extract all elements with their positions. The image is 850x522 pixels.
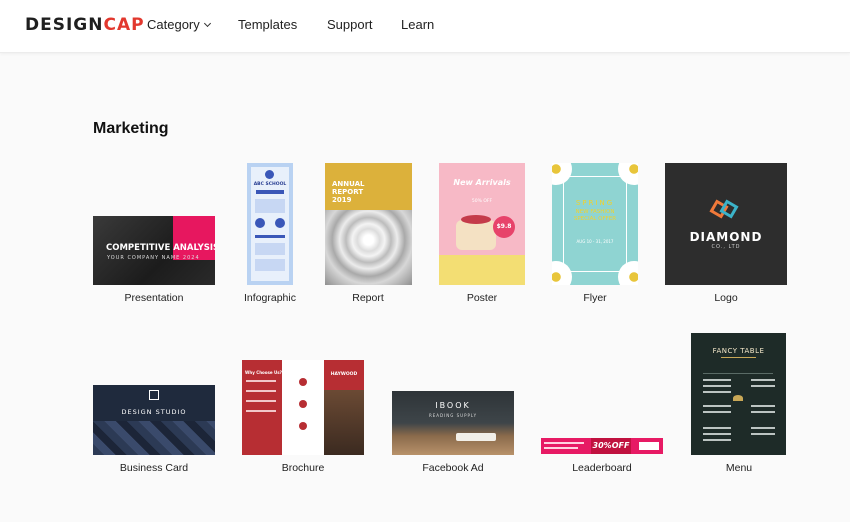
- library-photo: [324, 390, 364, 455]
- brochure-thumbnail: Why Choose Us? HAYWOOD: [242, 360, 364, 455]
- nav-category-label: Category: [147, 17, 200, 32]
- template-label: Leaderboard: [572, 462, 632, 474]
- template-card-menu[interactable]: FANCY TABLE Menu: [691, 333, 786, 475]
- thumb-title: ABC SCHOOL: [253, 182, 287, 187]
- presentation-thumbnail: COMPETITIVE ANALYSIS YOUR COMPANY NAME 2…: [93, 216, 215, 285]
- thumb-subtitle: READING SUPPLY: [428, 413, 478, 418]
- template-card-report[interactable]: ANNUAL REPORT 2019 Report: [325, 163, 412, 304]
- template-label: Facebook Ad: [422, 462, 484, 474]
- report-thumbnail: ANNUAL REPORT 2019: [325, 163, 412, 285]
- section-title: Marketing: [93, 120, 169, 137]
- cake-image: [456, 220, 496, 250]
- leaderboard-thumbnail: 30%OFF: [541, 438, 663, 454]
- logo-thumbnail: DIAMOND CO., LTD: [665, 163, 787, 285]
- thumb-title: DIAMOND: [689, 230, 763, 244]
- template-card-facebook-ad[interactable]: IBOOK READING SUPPLY Facebook Ad: [392, 391, 514, 475]
- template-card-brochure[interactable]: Why Choose Us? HAYWOOD Brochure: [242, 360, 364, 475]
- business-card-thumbnail: DESIGN STUDIO: [93, 385, 215, 455]
- thumb-title: FANCY TABLE: [712, 347, 765, 355]
- cube-icon: [149, 390, 159, 400]
- template-card-infographic[interactable]: ABC SCHOOL Infographic: [244, 163, 296, 304]
- template-card-flyer[interactable]: SPRING NEW FASHION SPECIAL OFFER AUG 10 …: [552, 163, 638, 304]
- thumb-title: SPRING: [575, 199, 615, 207]
- nav-category[interactable]: Category: [147, 17, 211, 32]
- logo-accent-text: CAP: [103, 15, 145, 35]
- infographic-thumbnail: ABC SCHOOL: [247, 163, 293, 285]
- thumb-subtitle: YOUR COMPANY NAME 2024: [107, 255, 200, 261]
- nav-templates[interactable]: Templates: [238, 17, 297, 32]
- nav-learn[interactable]: Learn: [401, 17, 434, 32]
- thumb-title: 30%OFF: [592, 441, 630, 450]
- thumb-date: AUG 10 - 31, 2017: [576, 239, 614, 244]
- template-card-leaderboard[interactable]: 30%OFF Leaderboard: [541, 438, 663, 475]
- thumb-title: IBOOK: [435, 401, 471, 410]
- menu-thumbnail: FANCY TABLE: [691, 333, 786, 455]
- template-label: Logo: [714, 292, 738, 304]
- facebook-ad-thumbnail: IBOOK READING SUPPLY: [392, 391, 514, 455]
- thumb-brand: HAYWOOD: [330, 372, 358, 377]
- thumb-title: ANNUAL REPORT 2019: [332, 180, 365, 204]
- template-card-business-card[interactable]: DESIGN STUDIO Business Card: [93, 385, 215, 475]
- building-photo: [325, 210, 412, 285]
- cloche-icon: [733, 395, 743, 401]
- thumb-title: DESIGN STUDIO: [121, 408, 187, 416]
- template-card-logo[interactable]: DIAMOND CO., LTD Logo: [665, 163, 787, 304]
- poster-thumbnail: New Arrivals 50% OFF $9.8: [439, 163, 525, 285]
- template-label: Flyer: [583, 292, 607, 304]
- thumb-title: COMPETITIVE ANALYSIS: [106, 243, 215, 253]
- top-navigation-bar: DESIGNCAP Category Templates Support Lea…: [0, 0, 850, 53]
- thumb-off: 50% OFF: [471, 199, 493, 204]
- template-card-presentation[interactable]: COMPETITIVE ANALYSIS YOUR COMPANY NAME 2…: [93, 163, 215, 304]
- logo-main-text: DESIGN: [25, 15, 104, 35]
- thumb-subtitle: NEW FASHION SPECIAL OFFER: [573, 209, 617, 222]
- thumb-title: New Arrivals: [453, 178, 511, 187]
- pink-block: [173, 216, 215, 260]
- nav-support[interactable]: Support: [327, 17, 373, 32]
- template-label: Menu: [725, 462, 753, 474]
- template-card-poster[interactable]: New Arrivals 50% OFF $9.8 Poster: [439, 163, 525, 304]
- price-badge: $9.8: [496, 223, 512, 230]
- designcap-logo[interactable]: DESIGNCAP: [25, 15, 145, 35]
- book-image: [456, 433, 496, 441]
- chevron-down-icon: [203, 19, 211, 28]
- thumb-title: Why Choose Us?: [245, 370, 282, 375]
- thumb-subtitle: CO., LTD: [711, 244, 741, 250]
- template-label: Business Card: [119, 462, 189, 474]
- template-label: Brochure: [281, 462, 325, 474]
- flyer-thumbnail: SPRING NEW FASHION SPECIAL OFFER AUG 10 …: [552, 163, 638, 285]
